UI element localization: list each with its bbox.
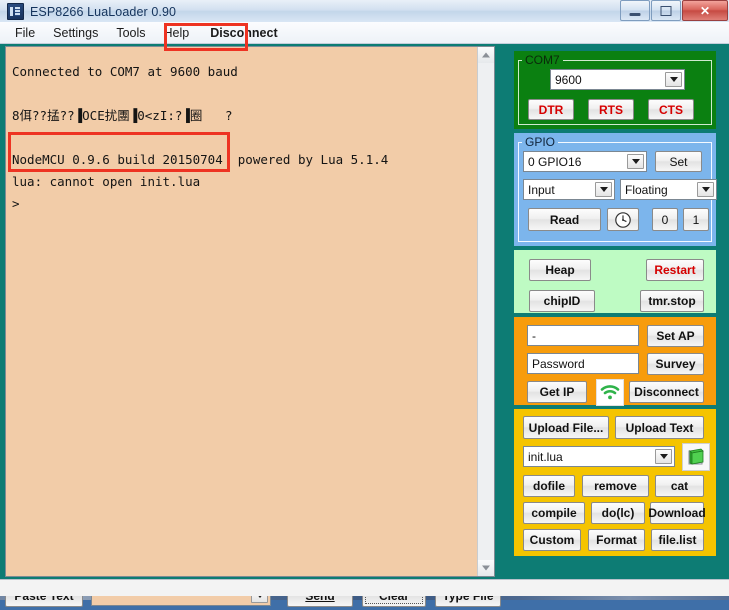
menu-item-help[interactable]: Help [155,24,199,42]
upload-text-button[interactable]: Upload Text [615,416,704,439]
wifi-group: - Set AP Password Survey Get IP Disconne… [513,316,717,406]
terminal-text: Connected to COM7 at 9600 baud 8佴??掹??▐O… [12,61,474,215]
clock-icon [614,211,632,229]
chevron-down-icon[interactable] [595,182,612,197]
baud-rate-select[interactable]: 9600 [550,69,685,90]
get-ip-button[interactable]: Get IP [527,381,587,403]
gpio-pull-value: Floating [625,183,668,197]
gpio-high-button[interactable]: 1 [683,208,709,231]
gpio-pin-value: 0 GPIO16 [528,155,581,169]
restart-button[interactable]: Restart [646,259,704,281]
menu-item-file[interactable]: File [6,24,44,42]
chevron-down-icon[interactable] [697,182,714,197]
wifi-icon [600,384,620,401]
gpio-pin-select[interactable]: 0 GPIO16 [523,151,647,172]
cts-button[interactable]: CTS [648,99,694,120]
gpio-direction-select[interactable]: Input [523,179,615,200]
dtr-button[interactable]: DTR [528,99,574,120]
file-list-button[interactable]: file.list [651,529,704,551]
scroll-up-icon[interactable] [478,47,494,63]
wifi-disconnect-button[interactable]: Disconnect [629,381,704,403]
gpio-group-title: GPIO [522,135,558,149]
dolc-button[interactable]: do(lc) [591,502,645,524]
gpio-direction-value: Input [528,183,555,197]
close-button[interactable]: ✕ [682,0,728,21]
application-window: ESP8266 LuaLoader 0.90 ✕ File Settings T… [0,0,729,596]
minimize-button[interactable] [620,0,650,21]
password-input[interactable]: Password [527,353,639,374]
survey-button[interactable]: Survey [647,353,704,375]
window-controls: ✕ [619,0,728,21]
notepad-icon-button[interactable] [682,443,710,471]
chevron-down-icon[interactable] [665,72,682,87]
custom-button[interactable]: Custom [523,529,581,551]
chipid-button[interactable]: chipID [529,290,595,312]
menu-item-tools[interactable]: Tools [107,24,154,42]
status-bar [0,579,729,596]
notepad-icon [686,447,706,467]
ssid-value: - [532,329,536,343]
com-group: COM7 9600 DTR RTS CTS [513,50,717,130]
main-body: Connected to COM7 at 9600 baud 8佴??掹??▐O… [0,44,729,596]
baud-rate-value: 9600 [555,73,582,87]
terminal-output[interactable]: Connected to COM7 at 9600 baud 8佴??掹??▐O… [5,46,495,577]
maximize-button[interactable] [651,0,681,21]
title-bar: ESP8266 LuaLoader 0.90 ✕ [0,0,729,23]
tmr-stop-button[interactable]: tmr.stop [640,290,704,312]
chevron-down-icon[interactable] [627,154,644,169]
file-select-value: init.lua [528,450,563,464]
cat-button[interactable]: cat [655,475,704,497]
remove-button[interactable]: remove [582,475,649,497]
download-button[interactable]: Download [650,502,704,524]
rts-button[interactable]: RTS [588,99,634,120]
gpio-group: GPIO 0 GPIO16 Set Input Floating Read [513,132,717,247]
app-icon [7,3,24,20]
file-group: Upload File... Upload Text init.lua dofi… [513,408,717,557]
menu-bar: File Settings Tools Help Disconnect [0,22,729,44]
compile-button[interactable]: compile [523,502,585,524]
com-group-title: COM7 [522,53,563,67]
format-button[interactable]: Format [588,529,645,551]
gpio-low-button[interactable]: 0 [652,208,678,231]
scroll-down-icon[interactable] [478,560,494,576]
gpio-pull-select[interactable]: Floating [620,179,717,200]
close-icon: ✕ [700,5,710,17]
wifi-status-indicator [596,379,624,406]
clock-icon-button[interactable] [607,208,639,231]
dofile-button[interactable]: dofile [523,475,575,497]
menu-item-settings[interactable]: Settings [44,24,107,42]
upload-file-button[interactable]: Upload File... [523,416,609,439]
side-panel: COM7 9600 DTR RTS CTS GPIO 0 GPIO16 Set [511,46,727,610]
chevron-down-icon[interactable] [655,449,672,464]
heap-button[interactable]: Heap [529,259,591,281]
gpio-set-button[interactable]: Set [655,151,702,172]
terminal-scrollbar[interactable] [477,47,494,576]
file-select[interactable]: init.lua [523,446,675,467]
menu-item-disconnect[interactable]: Disconnect [198,24,289,42]
gpio-read-button[interactable]: Read [528,208,601,231]
node-group: Heap Restart chipID tmr.stop [513,249,717,314]
password-value: Password [532,357,585,371]
window-title: ESP8266 LuaLoader 0.90 [30,5,176,19]
set-ap-button[interactable]: Set AP [647,325,704,347]
ssid-input[interactable]: - [527,325,639,346]
